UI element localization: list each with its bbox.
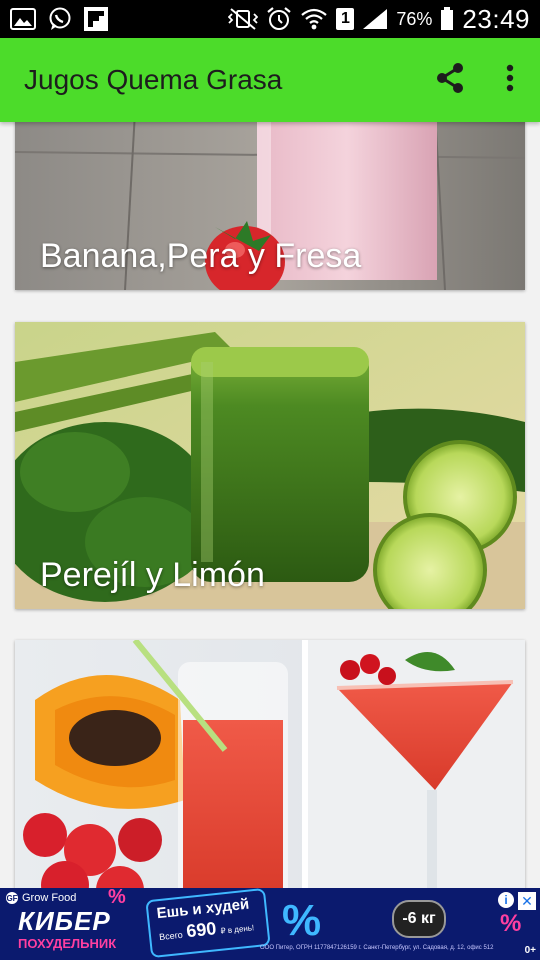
whatsapp-icon [48,7,72,31]
recipe-list[interactable]: Banana,Pera y Fresa Perejíl y Limón [0,122,540,890]
overflow-menu-button[interactable] [480,50,540,110]
ad-close-icon[interactable]: ✕ [518,892,536,910]
recipe-card[interactable] [15,640,525,890]
mute-vibrate-icon [228,8,259,30]
grow-food-logo-icon: GF [6,892,18,904]
ad-price-unit: ₽ в день! [220,923,255,936]
ad-weight-badge: -6 кг [392,900,446,938]
papaya-juice-cocktail-image [15,640,525,890]
app-title: Jugos Quema Grasa [24,64,283,95]
app-bar: Jugos Quema Grasa [0,38,540,122]
recipe-card[interactable]: Perejíl y Limón [15,322,525,609]
share-button[interactable] [420,50,480,110]
battery-icon [440,7,454,31]
ad-offer-box: Ешь и худей Всего 690 ₽ в день! [145,888,271,959]
alarm-icon [266,6,292,32]
ad-subheadline: ПОХУДЕЛЬНИК [18,936,117,951]
recipe-card[interactable]: Banana,Pera y Fresa [15,122,525,290]
percent-icon: % [500,910,522,937]
ad-price-prefix: Всего [158,929,184,943]
signal-icon [362,8,388,30]
ad-price: 690 [185,918,218,942]
ad-fine-print: ООО Питер, ОГРН 1177847126159 г. Санкт-П… [260,945,494,951]
share-icon [435,62,465,99]
ad-brand: GF Grow Food [6,892,77,904]
more-vert-icon [506,64,514,97]
ad-age-rating: 0+ [524,945,536,956]
recipe-title: Banana,Pera y Fresa [40,237,362,275]
wifi-icon [300,7,328,31]
ad-banner[interactable]: GF Grow Food КИБЕР ПОХУДЕЛЬНИК Ешь и худ… [0,888,540,960]
percent-icon: % [282,896,322,945]
status-bar: 1 76% 23:49 [0,0,540,38]
ad-headline: КИБЕР [18,906,111,936]
recipe-title: Perejíl y Limón [40,556,265,594]
flipboard-icon [84,7,108,31]
image-icon [10,8,36,30]
ad-info-icon[interactable]: i [498,892,514,908]
battery-percent: 76% [396,8,433,29]
status-time: 23:49 [462,3,530,34]
percent-icon: % [108,888,126,908]
sim-1-icon: 1 [336,8,355,30]
